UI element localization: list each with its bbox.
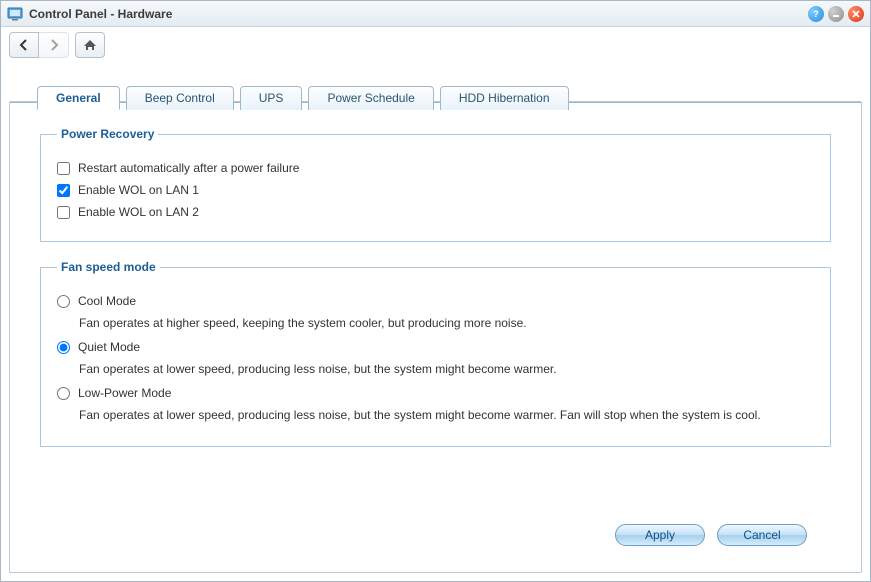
wol-lan2-label: Enable WOL on LAN 2 (78, 205, 199, 219)
titlebar: Control Panel - Hardware ? (1, 1, 870, 27)
cool-mode-radio[interactable] (57, 295, 70, 308)
close-button[interactable] (848, 6, 864, 22)
minimize-button[interactable] (828, 6, 844, 22)
wol-lan2-checkbox[interactable] (57, 206, 70, 219)
dialog-buttons: Apply Cancel (40, 514, 831, 560)
tab-beep-control[interactable]: Beep Control (126, 86, 234, 110)
quiet-mode-row[interactable]: Quiet Mode (57, 340, 814, 354)
tab-power-schedule[interactable]: Power Schedule (308, 86, 433, 110)
tab-ups[interactable]: UPS (240, 86, 303, 110)
wol-lan2-row[interactable]: Enable WOL on LAN 2 (57, 205, 814, 219)
fan-speed-group: Fan speed mode Cool Mode Fan operates at… (40, 260, 831, 447)
lowpower-mode-label: Low-Power Mode (78, 386, 171, 400)
wol-lan1-checkbox[interactable] (57, 184, 70, 197)
fan-speed-legend: Fan speed mode (57, 260, 160, 274)
home-button[interactable] (75, 32, 105, 58)
wol-lan1-label: Enable WOL on LAN 1 (78, 183, 199, 197)
lowpower-mode-radio[interactable] (57, 387, 70, 400)
app-icon (7, 6, 23, 22)
wol-lan1-row[interactable]: Enable WOL on LAN 1 (57, 183, 814, 197)
cool-mode-row[interactable]: Cool Mode (57, 294, 814, 308)
cool-mode-desc: Fan operates at higher speed, keeping th… (79, 316, 814, 330)
restart-auto-checkbox[interactable] (57, 162, 70, 175)
help-button[interactable]: ? (808, 6, 824, 22)
power-recovery-legend: Power Recovery (57, 127, 158, 141)
forward-button[interactable] (39, 32, 69, 58)
restart-auto-row[interactable]: Restart automatically after a power fail… (57, 161, 814, 175)
tabstrip: General Beep Control UPS Power Schedule … (37, 85, 862, 109)
quiet-mode-label: Quiet Mode (78, 340, 140, 354)
cancel-button[interactable]: Cancel (717, 524, 807, 546)
apply-button[interactable]: Apply (615, 524, 705, 546)
toolbar (1, 27, 870, 63)
back-button[interactable] (9, 32, 39, 58)
tab-panel: Power Recovery Restart automatically aft… (9, 101, 862, 573)
power-recovery-group: Power Recovery Restart automatically aft… (40, 127, 831, 242)
restart-auto-label: Restart automatically after a power fail… (78, 161, 299, 175)
cool-mode-label: Cool Mode (78, 294, 136, 308)
tab-general[interactable]: General (37, 86, 120, 110)
window: Control Panel - Hardware ? General (0, 0, 871, 582)
tab-hdd-hibernation[interactable]: HDD Hibernation (440, 86, 569, 110)
quiet-mode-radio[interactable] (57, 341, 70, 354)
lowpower-mode-desc: Fan operates at lower speed, producing l… (79, 408, 814, 422)
window-title: Control Panel - Hardware (29, 7, 172, 21)
lowpower-mode-row[interactable]: Low-Power Mode (57, 386, 814, 400)
quiet-mode-desc: Fan operates at lower speed, producing l… (79, 362, 814, 376)
svg-text:?: ? (813, 9, 819, 19)
